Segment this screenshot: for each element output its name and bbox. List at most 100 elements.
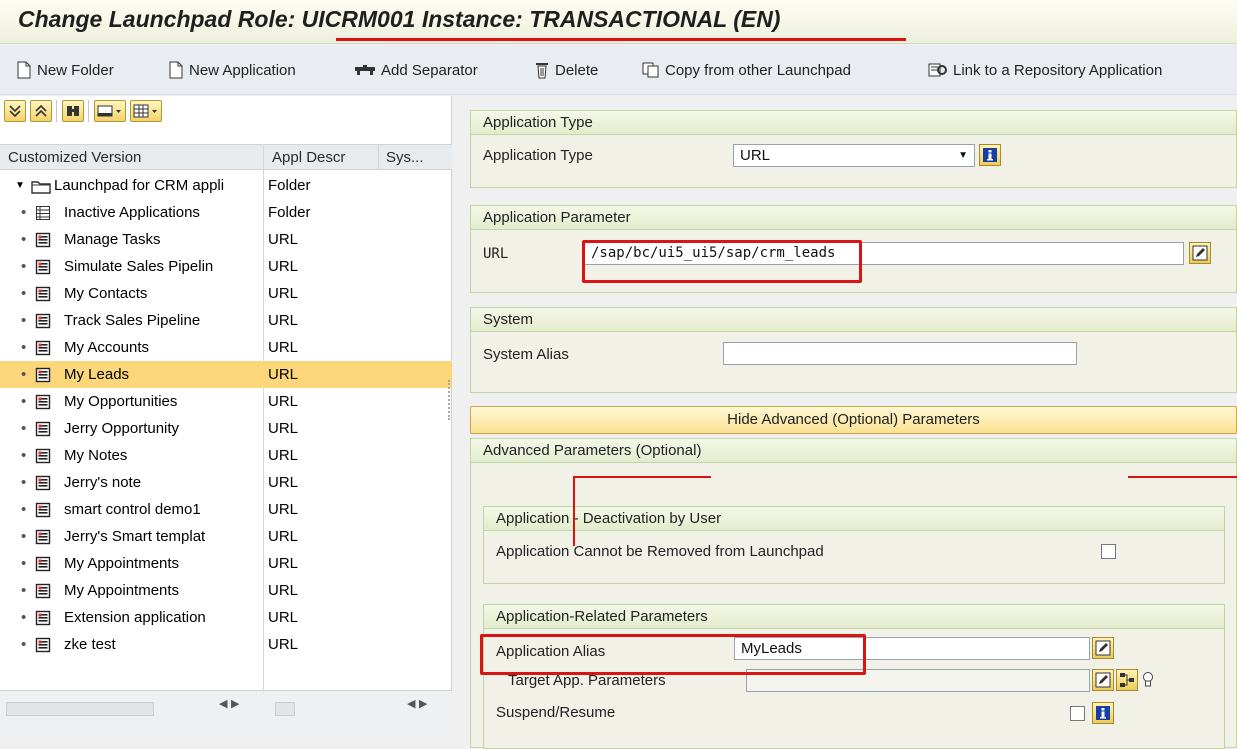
new-application-label: New Application xyxy=(189,61,296,79)
application-icon xyxy=(35,340,51,356)
application-type-select[interactable]: URL ▼ xyxy=(733,144,975,167)
application-type-info-button[interactable] xyxy=(979,144,1001,166)
target-params-edit-button[interactable] xyxy=(1092,669,1114,691)
dropdown-arrow-icon[interactable]: ▼ xyxy=(958,145,968,166)
tree-item[interactable]: • My Opportunities URL xyxy=(0,388,452,415)
tree-item[interactable]: • Jerry's note URL xyxy=(0,469,452,496)
add-separator-label: Add Separator xyxy=(381,61,478,79)
page-title: Change Launchpad Role: UICRM001 Instance… xyxy=(18,6,781,32)
tree-item[interactable]: • Simulate Sales Pipelin URL xyxy=(0,253,452,280)
cannot-remove-checkbox[interactable] xyxy=(1101,544,1116,559)
advanced-parameters-group-header: Advanced Parameters (Optional) xyxy=(471,439,1236,463)
tree-item[interactable]: • zke test URL xyxy=(0,631,452,658)
tree-toolbar-separator xyxy=(56,100,58,122)
link-repository-button[interactable]: Link to a Repository Application xyxy=(928,58,1162,82)
deactivation-group: Application - Deactivation by User Appli… xyxy=(483,506,1225,584)
url-highlight-box xyxy=(582,240,862,283)
pane-splitter[interactable] xyxy=(448,380,452,420)
tree-item[interactable]: • Inactive Applications Folder xyxy=(0,199,452,226)
tree-item[interactable]: • Track Sales Pipeline URL xyxy=(0,307,452,334)
new-application-button[interactable]: New Application xyxy=(168,58,296,82)
suspend-resume-label: Suspend/Resume xyxy=(496,704,616,721)
tree-item-label: Jerry's note xyxy=(64,474,142,491)
tree-item-type: URL xyxy=(268,231,299,248)
tree-item-type: URL xyxy=(268,636,299,653)
system-alias-input[interactable] xyxy=(723,342,1077,365)
tree-item[interactable]: • Jerry's Smart templat URL xyxy=(0,523,452,550)
tree-item-type: URL xyxy=(268,501,299,518)
add-separator-icon xyxy=(355,65,375,75)
scroll-left-arrow-icon[interactable]: ◀ ▶ xyxy=(219,697,239,710)
lightbulb-icon xyxy=(1143,672,1153,687)
application-related-parameters-group-header: Application-Related Parameters xyxy=(484,605,1224,629)
tree-bullet: • xyxy=(21,474,27,491)
delete-button[interactable]: Delete xyxy=(534,58,598,82)
layout-icon xyxy=(133,104,157,118)
tree-item[interactable]: • Jerry Opportunity URL xyxy=(0,415,452,442)
column-sys[interactable]: Sys... xyxy=(386,149,424,166)
alias-edit-button[interactable] xyxy=(1092,637,1114,659)
tree-item-type: URL xyxy=(268,312,299,329)
annotation-line-vertical xyxy=(573,476,575,546)
suspend-resume-info-button[interactable] xyxy=(1092,702,1114,724)
tree-bullet: • xyxy=(21,420,27,437)
link-icon xyxy=(928,63,947,77)
tree-item[interactable]: • My Accounts URL xyxy=(0,334,452,361)
hide-advanced-parameters-button[interactable]: Hide Advanced (Optional) Parameters xyxy=(470,406,1237,434)
scrollbar-thumb-left[interactable] xyxy=(6,702,154,716)
new-folder-button[interactable]: New Folder xyxy=(16,58,114,82)
column-customized-version[interactable]: Customized Version xyxy=(8,149,141,166)
info-icon xyxy=(1096,706,1110,720)
suspend-resume-checkbox[interactable] xyxy=(1070,706,1085,721)
collapse-all-button[interactable] xyxy=(30,100,52,122)
url-edit-button[interactable] xyxy=(1189,242,1211,264)
tree-bullet: • xyxy=(21,339,27,356)
tree-bullet: • xyxy=(21,528,27,545)
tree-item-type: URL xyxy=(268,285,299,302)
tree-item-type: URL xyxy=(268,258,299,275)
tree-item-label: My Notes xyxy=(64,447,128,464)
add-separator-button[interactable]: Add Separator xyxy=(354,58,478,82)
scrollbar-thumb-right[interactable] xyxy=(275,702,295,716)
find-button[interactable] xyxy=(62,100,84,122)
column-appl-descr[interactable]: Appl Descr xyxy=(272,149,345,166)
application-icon xyxy=(35,529,51,545)
tree-root-row[interactable]: ▼ Launchpad for CRM appli Folder xyxy=(0,172,452,199)
print-button[interactable] xyxy=(94,100,126,122)
tree-item[interactable]: • Manage Tasks URL xyxy=(0,226,452,253)
tree-item[interactable]: • My Appointments URL xyxy=(0,550,452,577)
tree-item[interactable]: • Extension application URL xyxy=(0,604,452,631)
layout-button[interactable] xyxy=(130,100,162,122)
tree-item-label: My Accounts xyxy=(64,339,150,356)
tree-column-header: Customized Version Appl Descr Sys... xyxy=(0,144,452,170)
target-params-mapping-button[interactable] xyxy=(1116,669,1138,691)
tree-item-type: URL xyxy=(268,393,299,410)
new-folder-label: New Folder xyxy=(37,61,114,79)
deactivation-group-header: Application - Deactivation by User xyxy=(484,507,1224,531)
cannot-remove-label: Application Cannot be Removed from Launc… xyxy=(496,543,824,560)
tree-root-label: Launchpad for CRM appli xyxy=(54,177,225,194)
tree-item[interactable]: • My Contacts URL xyxy=(0,280,452,307)
tree-item[interactable]: • My Notes URL xyxy=(0,442,452,469)
copy-icon xyxy=(642,62,659,78)
tree-bullet: • xyxy=(21,258,27,275)
print-icon xyxy=(97,105,121,117)
tree-item[interactable]: • My Appointments URL xyxy=(0,577,452,604)
system-group: System System Alias xyxy=(470,307,1237,393)
system-alias-label: System Alias xyxy=(483,346,569,363)
copy-from-launchpad-button[interactable]: Copy from other Launchpad xyxy=(642,58,851,82)
tree-item[interactable]: • My Leads URL xyxy=(0,361,452,388)
application-type-group-header: Application Type xyxy=(471,111,1236,135)
application-related-parameters-group: Application-Related Parameters Applicati… xyxy=(483,604,1225,749)
tree-item[interactable]: • smart control demo1 URL xyxy=(0,496,452,523)
collapse-arrow-icon[interactable]: ▼ xyxy=(15,172,25,199)
tree-toolbar-separator-2 xyxy=(88,100,90,122)
alias-highlight-box xyxy=(480,634,866,675)
expand-all-button[interactable] xyxy=(4,100,26,122)
tree-item-label: smart control demo1 xyxy=(64,501,201,518)
tree-item-type: URL xyxy=(268,582,299,599)
tree-bullet: • xyxy=(21,555,27,572)
edit-icon xyxy=(1095,640,1111,656)
application-icon xyxy=(35,583,51,599)
scroll-right-arrow-icon[interactable]: ◀ ▶ xyxy=(407,697,427,710)
